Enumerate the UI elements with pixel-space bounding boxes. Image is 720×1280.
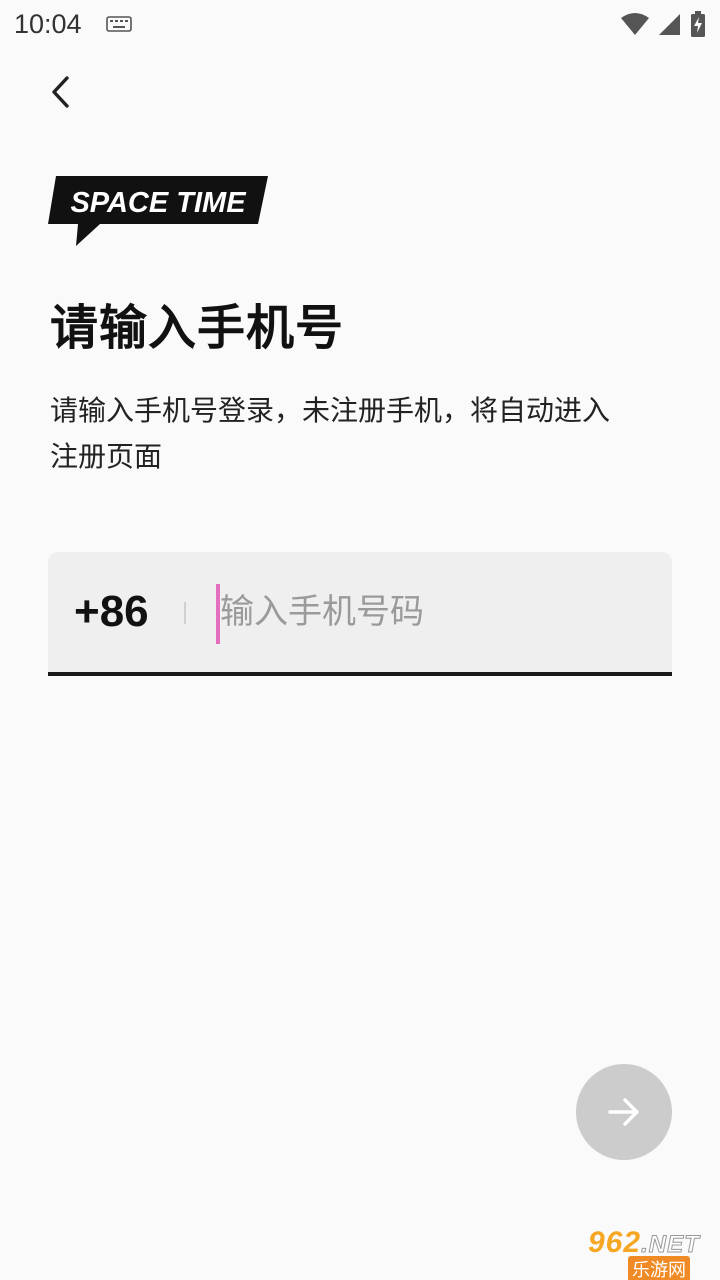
watermark-brand: 962 (588, 1226, 642, 1259)
phone-number-input[interactable] (220, 552, 650, 672)
page-description: 请输入手机号登录，未注册手机，将自动进入注册页面 (50, 394, 611, 473)
watermark-suffix: .NET (641, 1231, 700, 1259)
watermark: 962.NET 乐游网 (580, 1226, 720, 1280)
signal-icon (659, 14, 680, 35)
next-button[interactable] (576, 1064, 672, 1160)
back-button[interactable] (36, 68, 84, 116)
phone-input-box[interactable]: +86 (48, 552, 672, 676)
status-icons (620, 11, 706, 37)
country-code-selector[interactable]: +86 (74, 552, 149, 672)
watermark-bottom: 乐游网 (628, 1256, 690, 1280)
status-bar: 10:04 (0, 0, 720, 48)
input-divider (184, 602, 186, 624)
arrow-right-icon (608, 1098, 639, 1126)
wifi-icon (621, 13, 649, 35)
logo-text: SPACE TIME (70, 187, 247, 219)
battery-charging-icon (691, 11, 705, 37)
watermark-top: 962.NET (588, 1226, 700, 1260)
keyboard-icon (105, 16, 132, 32)
page-title: 请输入手机号 (50, 300, 345, 356)
chevron-left-icon (52, 76, 69, 108)
space-time-logo: SPACE TIME (48, 176, 268, 246)
status-time: 10:04 (14, 8, 82, 39)
